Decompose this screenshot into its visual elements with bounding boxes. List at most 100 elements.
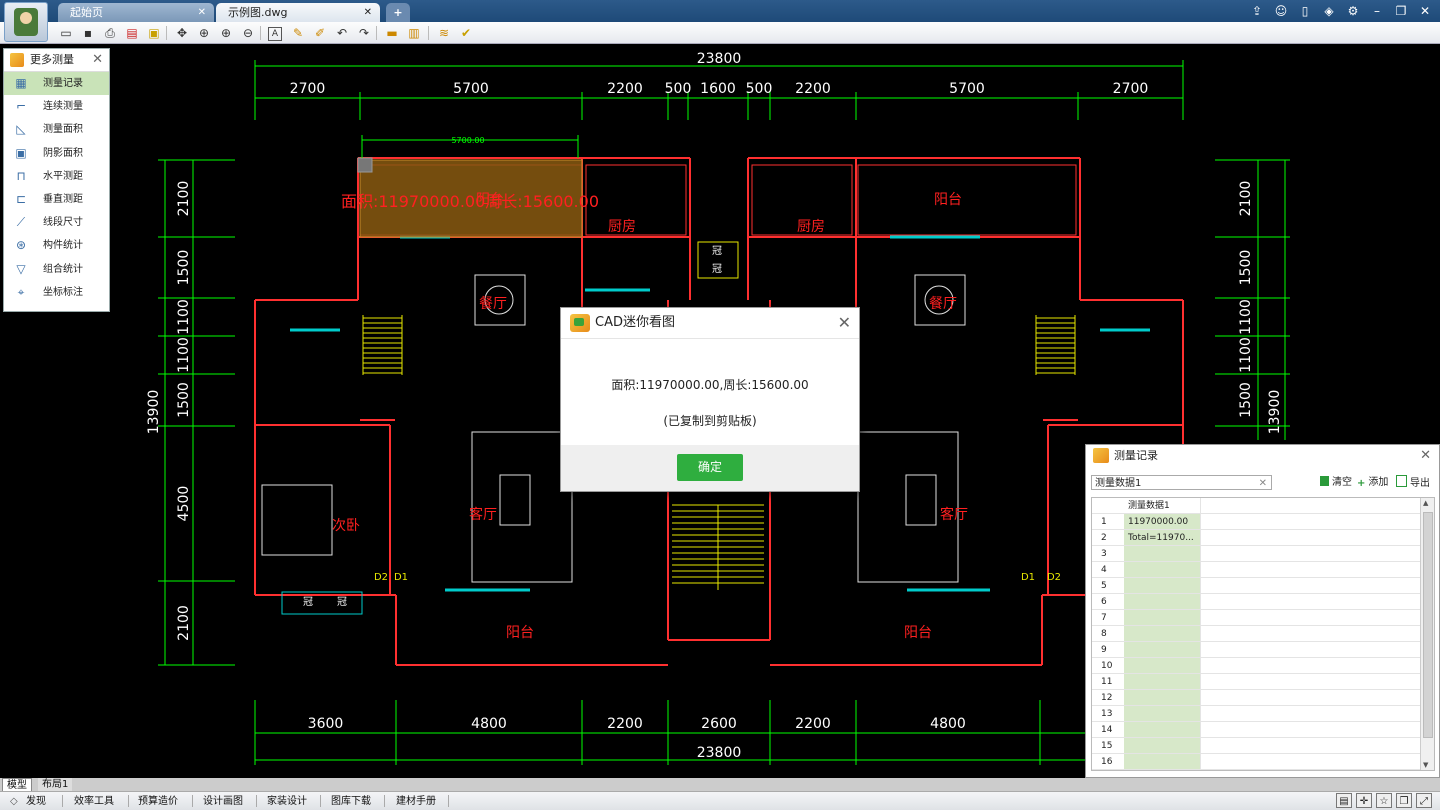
- skin-icon[interactable]: ◈: [1322, 2, 1336, 20]
- lock-icon[interactable]: ▣: [146, 25, 162, 41]
- save-icon[interactable]: ▪: [80, 25, 96, 41]
- chat-icon[interactable]: ☺: [1274, 2, 1288, 20]
- measure-item[interactable]: ⊓ 水平测距: [4, 165, 109, 188]
- row-value[interactable]: [1124, 626, 1200, 641]
- dialog-close-icon[interactable]: ✕: [838, 308, 851, 338]
- row-value[interactable]: [1124, 658, 1200, 673]
- open-icon[interactable]: ▭: [58, 25, 74, 41]
- bottom-item-library-download[interactable]: 图库下载: [331, 793, 371, 810]
- table-row[interactable]: 15: [1092, 738, 1422, 754]
- layer-color-icon[interactable]: ▥: [406, 25, 422, 41]
- row-value[interactable]: [1124, 546, 1200, 561]
- new-tab-button[interactable]: +: [386, 3, 410, 22]
- table-row[interactable]: 5: [1092, 578, 1422, 594]
- table-row[interactable]: 10: [1092, 658, 1422, 674]
- table-row[interactable]: 9: [1092, 642, 1422, 658]
- minimize-icon[interactable]: –: [1370, 2, 1384, 20]
- pan-icon[interactable]: ✥: [174, 25, 190, 41]
- table-row[interactable]: 11: [1092, 674, 1422, 690]
- gear-icon[interactable]: ⚙: [1346, 2, 1360, 20]
- row-value[interactable]: [1124, 722, 1200, 737]
- row-value[interactable]: [1124, 738, 1200, 753]
- measure-item[interactable]: ⌐ 连续测量: [4, 95, 109, 118]
- scroll-up-icon[interactable]: ▲: [1423, 499, 1428, 507]
- table-row[interactable]: 7: [1092, 610, 1422, 626]
- check-icon[interactable]: ✔: [458, 25, 474, 41]
- bottom-item-material-manual[interactable]: 建材手册: [396, 793, 436, 810]
- record-table-scrollbar[interactable]: ▲ ▼: [1420, 498, 1434, 770]
- measure-panel-close-icon[interactable]: ✕: [92, 49, 103, 71]
- redo-icon[interactable]: ↷: [356, 25, 372, 41]
- star-icon[interactable]: ☆: [1376, 793, 1392, 808]
- fullscreen-icon[interactable]: ⤢: [1416, 793, 1432, 808]
- table-row[interactable]: 13: [1092, 706, 1422, 722]
- bottom-item-design-drawing[interactable]: 设计画图: [203, 793, 243, 810]
- row-value[interactable]: [1124, 642, 1200, 657]
- scroll-thumb[interactable]: [1423, 512, 1433, 738]
- bottom-item-home-design[interactable]: 家装设计: [267, 793, 307, 810]
- table-row[interactable]: 6: [1092, 594, 1422, 610]
- pdf-icon[interactable]: ▤: [124, 25, 140, 41]
- table-row[interactable]: 3: [1092, 546, 1422, 562]
- add-button[interactable]: + 添加: [1357, 475, 1388, 490]
- zoom-out-icon[interactable]: ⊖: [240, 25, 256, 41]
- tab-close-icon[interactable]: ✕: [364, 3, 372, 22]
- close-icon[interactable]: ✕: [1418, 2, 1432, 20]
- scroll-down-icon[interactable]: ▼: [1423, 761, 1428, 769]
- table-row[interactable]: 4: [1092, 562, 1422, 578]
- mobile-icon[interactable]: ▯: [1298, 2, 1312, 20]
- row-value[interactable]: Total=11970...: [1124, 530, 1200, 545]
- brush-icon[interactable]: ✐: [312, 25, 328, 41]
- row-value[interactable]: [1124, 674, 1200, 689]
- pen-icon[interactable]: ✎: [290, 25, 306, 41]
- table-row[interactable]: 16: [1092, 754, 1422, 770]
- table-row[interactable]: 8: [1092, 626, 1422, 642]
- user-avatar[interactable]: [4, 2, 48, 42]
- row-value[interactable]: [1124, 690, 1200, 705]
- row-value[interactable]: 11970000.00: [1124, 514, 1200, 529]
- measure-item[interactable]: ⟋ 线段尺寸: [4, 211, 109, 234]
- export-button[interactable]: 导出: [1396, 475, 1430, 490]
- bottom-item-budget[interactable]: 预算造价: [138, 793, 178, 810]
- measure-item[interactable]: ▣ 阴影面积: [4, 142, 109, 165]
- model-space-icon[interactable]: ▤: [1336, 793, 1352, 808]
- share-icon[interactable]: ⇪: [1250, 2, 1264, 20]
- tab-close-icon[interactable]: ✕: [198, 3, 206, 22]
- row-value[interactable]: [1124, 578, 1200, 593]
- row-value[interactable]: [1124, 706, 1200, 721]
- measure-item[interactable]: ⊛ 构件统计: [4, 234, 109, 257]
- row-value[interactable]: [1124, 594, 1200, 609]
- bottom-item-discover[interactable]: 发现: [26, 793, 46, 810]
- discover-icon[interactable]: ◇: [10, 793, 18, 810]
- print-icon[interactable]: ⎙: [102, 25, 118, 41]
- measure-item[interactable]: ⊏ 垂直测距: [4, 188, 109, 211]
- copy-icon[interactable]: ❐: [1396, 793, 1412, 808]
- measure-item[interactable]: ⌖ 坐标标注: [4, 281, 109, 304]
- restore-icon[interactable]: ❐: [1394, 2, 1408, 20]
- row-value[interactable]: [1124, 610, 1200, 625]
- row-value[interactable]: [1124, 562, 1200, 577]
- measure-item[interactable]: ◺ 测量面积: [4, 118, 109, 141]
- undo-icon[interactable]: ↶: [334, 25, 350, 41]
- measure-icon[interactable]: ▬: [384, 25, 400, 41]
- record-data-select[interactable]: 测量数据1 ✕: [1091, 475, 1272, 490]
- tab-start-page[interactable]: 起始页 ✕: [58, 3, 214, 22]
- record-panel-close-icon[interactable]: ✕: [1420, 445, 1431, 467]
- measure-item[interactable]: ▦ 测量记录: [4, 72, 109, 96]
- grid-icon[interactable]: ✛: [1356, 793, 1372, 808]
- tab-layout1[interactable]: 布局1: [38, 778, 73, 791]
- zoom-in-icon[interactable]: ⊕: [218, 25, 234, 41]
- table-row[interactable]: 2 Total=11970...: [1092, 530, 1422, 546]
- tab-drawing-file[interactable]: 示例图.dwg ✕: [216, 3, 380, 22]
- zoom-window-icon[interactable]: ⊕: [196, 25, 212, 41]
- clear-button[interactable]: 清空: [1320, 475, 1352, 490]
- measure-item[interactable]: ▽ 组合统计: [4, 258, 109, 281]
- table-row[interactable]: 12: [1092, 690, 1422, 706]
- select-clear-icon[interactable]: ✕: [1259, 476, 1267, 491]
- text-icon[interactable]: A: [268, 27, 282, 41]
- layers-icon[interactable]: ≋: [436, 25, 452, 41]
- table-row[interactable]: 14: [1092, 722, 1422, 738]
- table-row[interactable]: 1 11970000.00: [1092, 514, 1422, 530]
- ok-button[interactable]: 确定: [677, 454, 743, 481]
- row-value[interactable]: [1124, 754, 1200, 769]
